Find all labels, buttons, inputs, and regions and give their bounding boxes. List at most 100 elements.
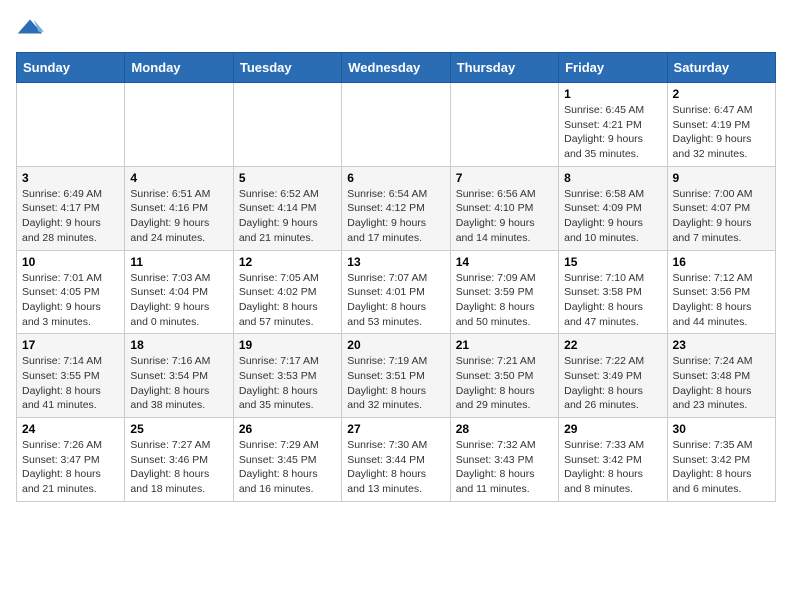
weekday-header: Sunday xyxy=(17,53,125,83)
day-number: 30 xyxy=(673,422,770,436)
day-number: 3 xyxy=(22,171,119,185)
calendar: SundayMondayTuesdayWednesdayThursdayFrid… xyxy=(16,52,776,502)
day-info: Sunrise: 7:29 AM Sunset: 3:45 PM Dayligh… xyxy=(239,438,336,497)
day-info: Sunrise: 7:03 AM Sunset: 4:04 PM Dayligh… xyxy=(130,271,227,330)
day-number: 4 xyxy=(130,171,227,185)
calendar-cell: 16 Sunrise: 7:12 AM Sunset: 3:56 PM Dayli… xyxy=(667,250,775,334)
calendar-cell: 19 Sunrise: 7:17 AM Sunset: 3:53 PM Dayli… xyxy=(233,334,341,418)
calendar-cell: 15 Sunrise: 7:10 AM Sunset: 3:58 PM Dayli… xyxy=(559,250,667,334)
day-number: 27 xyxy=(347,422,444,436)
day-number: 6 xyxy=(347,171,444,185)
weekday-header: Friday xyxy=(559,53,667,83)
calendar-cell: 18 Sunrise: 7:16 AM Sunset: 3:54 PM Dayli… xyxy=(125,334,233,418)
day-info: Sunrise: 7:22 AM Sunset: 3:49 PM Dayligh… xyxy=(564,354,661,413)
calendar-cell: 26 Sunrise: 7:29 AM Sunset: 3:45 PM Dayli… xyxy=(233,418,341,502)
day-info: Sunrise: 7:12 AM Sunset: 3:56 PM Dayligh… xyxy=(673,271,770,330)
calendar-cell xyxy=(125,83,233,167)
calendar-cell: 24Sunrise: 7:26 AM Sunset: 3:47 PM Dayli… xyxy=(17,418,125,502)
calendar-cell: 10Sunrise: 7:01 AM Sunset: 4:05 PM Dayli… xyxy=(17,250,125,334)
calendar-cell: 13 Sunrise: 7:07 AM Sunset: 4:01 PM Dayli… xyxy=(342,250,450,334)
calendar-cell: 1 Sunrise: 6:45 AM Sunset: 4:21 PM Daylig… xyxy=(559,83,667,167)
calendar-cell xyxy=(342,83,450,167)
calendar-week-row: 17 Sunrise: 7:14 AM Sunset: 3:55 PM Dayli… xyxy=(17,334,776,418)
day-info: Sunrise: 7:14 AM Sunset: 3:55 PM Dayligh… xyxy=(22,354,119,413)
day-info: Sunrise: 6:47 AM Sunset: 4:19 PM Dayligh… xyxy=(673,103,770,162)
day-number: 5 xyxy=(239,171,336,185)
day-info: Sunrise: 7:24 AM Sunset: 3:48 PM Dayligh… xyxy=(673,354,770,413)
day-number: 12 xyxy=(239,255,336,269)
day-info: Sunrise: 7:09 AM Sunset: 3:59 PM Dayligh… xyxy=(456,271,553,330)
calendar-cell: 12 Sunrise: 7:05 AM Sunset: 4:02 PM Dayli… xyxy=(233,250,341,334)
weekday-header: Monday xyxy=(125,53,233,83)
calendar-cell: 25 Sunrise: 7:27 AM Sunset: 3:46 PM Dayli… xyxy=(125,418,233,502)
day-number: 16 xyxy=(673,255,770,269)
day-number: 9 xyxy=(673,171,770,185)
day-info: Sunrise: 6:56 AM Sunset: 4:10 PM Dayligh… xyxy=(456,187,553,246)
day-number: 1 xyxy=(564,87,661,101)
calendar-cell: 23 Sunrise: 7:24 AM Sunset: 3:48 PM Dayli… xyxy=(667,334,775,418)
calendar-cell: 27 Sunrise: 7:30 AM Sunset: 3:44 PM Dayli… xyxy=(342,418,450,502)
day-number: 13 xyxy=(347,255,444,269)
calendar-cell: 20 Sunrise: 7:19 AM Sunset: 3:51 PM Dayli… xyxy=(342,334,450,418)
day-number: 15 xyxy=(564,255,661,269)
calendar-cell: 3 Sunrise: 6:49 AM Sunset: 4:17 PM Daylig… xyxy=(17,166,125,250)
day-info: Sunrise: 6:45 AM Sunset: 4:21 PM Dayligh… xyxy=(564,103,661,162)
day-info: Sunrise: 7:07 AM Sunset: 4:01 PM Dayligh… xyxy=(347,271,444,330)
day-number: 18 xyxy=(130,338,227,352)
calendar-cell: 30 Sunrise: 7:35 AM Sunset: 3:42 PM Dayli… xyxy=(667,418,775,502)
day-number: 14 xyxy=(456,255,553,269)
day-info: Sunrise: 6:49 AM Sunset: 4:17 PM Dayligh… xyxy=(22,187,119,246)
day-info: Sunrise: 6:58 AM Sunset: 4:09 PM Dayligh… xyxy=(564,187,661,246)
logo xyxy=(16,16,48,44)
day-info: Sunrise: 7:10 AM Sunset: 3:58 PM Dayligh… xyxy=(564,271,661,330)
day-number: 23 xyxy=(673,338,770,352)
calendar-cell: 8 Sunrise: 6:58 AM Sunset: 4:09 PM Daylig… xyxy=(559,166,667,250)
day-info: Sunrise: 7:27 AM Sunset: 3:46 PM Dayligh… xyxy=(130,438,227,497)
day-number: 26 xyxy=(239,422,336,436)
day-info: Sunrise: 7:17 AM Sunset: 3:53 PM Dayligh… xyxy=(239,354,336,413)
calendar-week-row: 10Sunrise: 7:01 AM Sunset: 4:05 PM Dayli… xyxy=(17,250,776,334)
day-info: Sunrise: 7:19 AM Sunset: 3:51 PM Dayligh… xyxy=(347,354,444,413)
day-info: Sunrise: 6:51 AM Sunset: 4:16 PM Dayligh… xyxy=(130,187,227,246)
logo-icon xyxy=(16,16,44,44)
calendar-cell: 2 Sunrise: 6:47 AM Sunset: 4:19 PM Daylig… xyxy=(667,83,775,167)
weekday-header: Tuesday xyxy=(233,53,341,83)
day-number: 7 xyxy=(456,171,553,185)
calendar-cell: 4 Sunrise: 6:51 AM Sunset: 4:16 PM Daylig… xyxy=(125,166,233,250)
day-info: Sunrise: 7:16 AM Sunset: 3:54 PM Dayligh… xyxy=(130,354,227,413)
calendar-cell: 22 Sunrise: 7:22 AM Sunset: 3:49 PM Dayli… xyxy=(559,334,667,418)
calendar-header-row: SundayMondayTuesdayWednesdayThursdayFrid… xyxy=(17,53,776,83)
calendar-cell: 6Sunrise: 6:54 AM Sunset: 4:12 PM Daylig… xyxy=(342,166,450,250)
header xyxy=(16,16,776,44)
weekday-header: Wednesday xyxy=(342,53,450,83)
day-info: Sunrise: 7:21 AM Sunset: 3:50 PM Dayligh… xyxy=(456,354,553,413)
day-number: 19 xyxy=(239,338,336,352)
calendar-cell: 21 Sunrise: 7:21 AM Sunset: 3:50 PM Dayli… xyxy=(450,334,558,418)
day-number: 20 xyxy=(347,338,444,352)
calendar-cell: 7 Sunrise: 6:56 AM Sunset: 4:10 PM Daylig… xyxy=(450,166,558,250)
day-number: 2 xyxy=(673,87,770,101)
day-number: 25 xyxy=(130,422,227,436)
day-number: 21 xyxy=(456,338,553,352)
day-info: Sunrise: 7:30 AM Sunset: 3:44 PM Dayligh… xyxy=(347,438,444,497)
day-number: 11 xyxy=(130,255,227,269)
calendar-cell: 14 Sunrise: 7:09 AM Sunset: 3:59 PM Dayli… xyxy=(450,250,558,334)
calendar-cell: 17 Sunrise: 7:14 AM Sunset: 3:55 PM Dayli… xyxy=(17,334,125,418)
day-info: Sunrise: 7:05 AM Sunset: 4:02 PM Dayligh… xyxy=(239,271,336,330)
calendar-week-row: 1 Sunrise: 6:45 AM Sunset: 4:21 PM Daylig… xyxy=(17,83,776,167)
calendar-cell: 5Sunrise: 6:52 AM Sunset: 4:14 PM Daylig… xyxy=(233,166,341,250)
day-info: Sunrise: 7:00 AM Sunset: 4:07 PM Dayligh… xyxy=(673,187,770,246)
calendar-week-row: 3 Sunrise: 6:49 AM Sunset: 4:17 PM Daylig… xyxy=(17,166,776,250)
day-number: 17 xyxy=(22,338,119,352)
weekday-header: Saturday xyxy=(667,53,775,83)
calendar-cell xyxy=(233,83,341,167)
calendar-cell xyxy=(450,83,558,167)
day-number: 28 xyxy=(456,422,553,436)
day-number: 8 xyxy=(564,171,661,185)
calendar-cell: 11 Sunrise: 7:03 AM Sunset: 4:04 PM Dayli… xyxy=(125,250,233,334)
day-info: Sunrise: 7:35 AM Sunset: 3:42 PM Dayligh… xyxy=(673,438,770,497)
day-number: 22 xyxy=(564,338,661,352)
day-number: 10 xyxy=(22,255,119,269)
calendar-cell: 28 Sunrise: 7:32 AM Sunset: 3:43 PM Dayli… xyxy=(450,418,558,502)
day-info: Sunrise: 7:32 AM Sunset: 3:43 PM Dayligh… xyxy=(456,438,553,497)
